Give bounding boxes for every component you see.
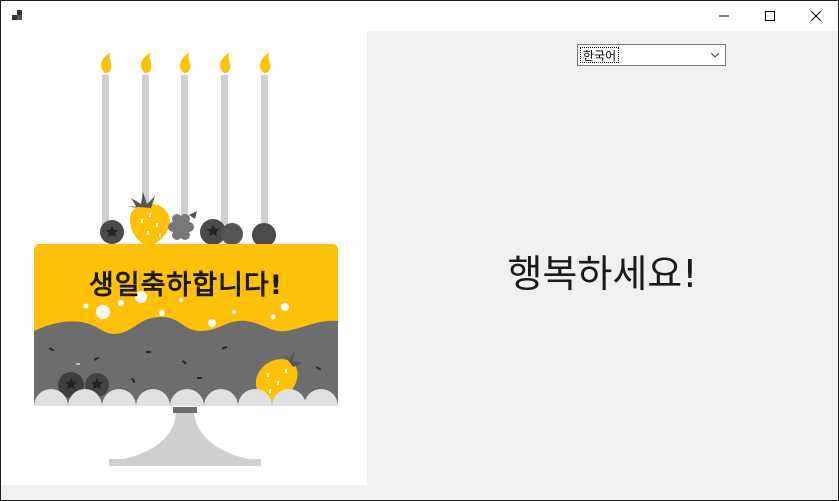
- minimize-icon: [719, 15, 729, 17]
- candle-flames: [100, 52, 271, 73]
- birthday-cake-image: [21, 52, 351, 466]
- candles: [102, 75, 268, 225]
- maximize-icon: [765, 11, 775, 21]
- close-icon: [810, 10, 822, 22]
- close-button[interactable]: [793, 1, 839, 31]
- cake-picture-panel: 생일축하합니다!: [1, 31, 367, 485]
- app-icon: [12, 10, 22, 20]
- app-window: 생일축하합니다! 한국어 행복하세요!: [0, 0, 839, 501]
- language-select-dropdown-button[interactable]: [705, 45, 725, 65]
- minimize-button[interactable]: [701, 1, 747, 31]
- cake-banner-text: 생일축하합니다!: [88, 270, 284, 301]
- greeting-text: 행복하세요!: [507, 252, 698, 296]
- bottom-strip: [1, 485, 838, 500]
- language-select-value: 한국어: [580, 47, 620, 63]
- chevron-down-icon: [710, 52, 720, 58]
- maximize-button[interactable]: [747, 1, 793, 31]
- title-bar[interactable]: [1, 1, 838, 31]
- language-select[interactable]: 한국어: [577, 44, 726, 66]
